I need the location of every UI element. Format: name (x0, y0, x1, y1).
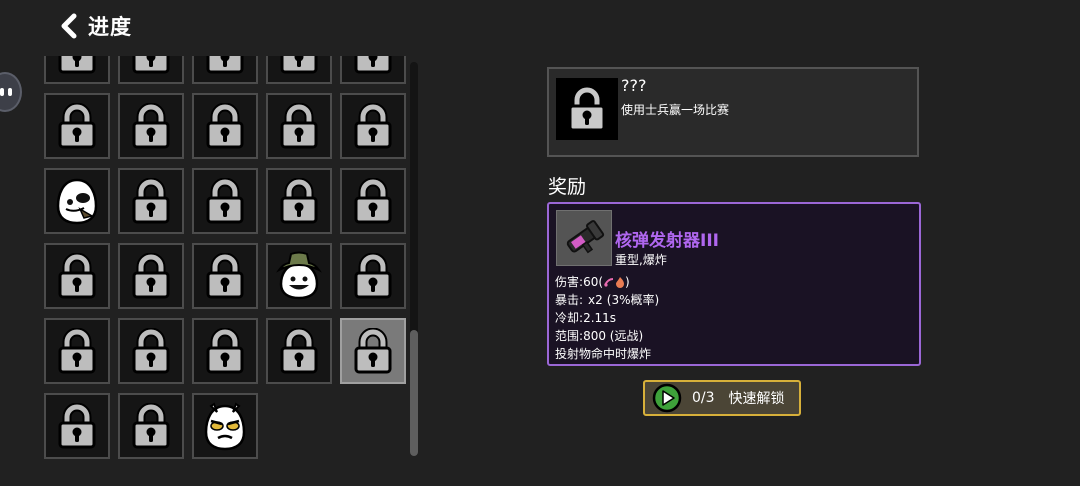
lock-icon (131, 178, 171, 224)
rocket-launcher-icon (556, 210, 612, 266)
stat-damage-value: 60( (583, 275, 604, 289)
header: 进度 (58, 10, 132, 42)
lock-icon (353, 103, 393, 149)
lock-icon (131, 253, 171, 299)
lock-icon (205, 328, 245, 374)
achievement-cell[interactable] (44, 93, 110, 159)
lock-icon (205, 56, 245, 74)
play-icon (652, 383, 682, 413)
lock-icon (205, 103, 245, 149)
achievement-cell[interactable] (266, 93, 332, 159)
lock-icon (131, 103, 171, 149)
ghost-mustache-icon (54, 176, 100, 226)
lock-icon (57, 253, 97, 299)
lock-icon (353, 253, 393, 299)
achievement-cell[interactable] (44, 393, 110, 459)
stat-crit-value: x2 (588, 293, 603, 307)
achievement-grid (44, 56, 416, 464)
stat-cooldown: 冷却:2.11s (555, 309, 659, 327)
scrollbar[interactable] (410, 62, 418, 456)
lock-icon (353, 178, 393, 224)
stat-crit-chance: (3%概率) (606, 293, 660, 307)
stat-damage-close: ) (625, 275, 630, 289)
stat-cooldown-value: 2.11s (583, 311, 617, 325)
achievement-cell[interactable] (192, 318, 258, 384)
fire-icon (616, 277, 625, 288)
unlock-count: 0/3 (692, 390, 715, 406)
lock-icon (131, 403, 171, 449)
achievement-cell[interactable] (266, 318, 332, 384)
stat-effect: 投射物命中时爆炸 (555, 345, 659, 363)
lock-icon (279, 178, 319, 224)
lock-icon (57, 56, 97, 74)
scrollbar-thumb[interactable] (410, 330, 418, 456)
back-arrow-icon[interactable] (58, 13, 80, 39)
achievement-cell[interactable] (192, 168, 258, 234)
chat-bubble-icon[interactable] (0, 72, 22, 112)
achievement-cell[interactable] (118, 243, 184, 309)
achievement-cell[interactable] (340, 318, 406, 384)
achievement-cell[interactable] (192, 56, 258, 84)
achievement-cell[interactable] (118, 93, 184, 159)
achievement-cell[interactable] (44, 318, 110, 384)
achievement-cell[interactable] (44, 243, 110, 309)
lock-icon (353, 328, 393, 374)
weapon-name: 核弹发射器III (615, 231, 719, 251)
achievement-cell[interactable] (340, 243, 406, 309)
reward-title: 奖励 (548, 176, 587, 198)
stat-cooldown-label: 冷却 (555, 311, 580, 325)
lock-icon (205, 253, 245, 299)
lock-icon (131, 56, 171, 74)
stat-damage-label: 伤害 (555, 275, 580, 289)
lock-icon (57, 328, 97, 374)
weapon-stats: 伤害:60() 暴击: x2 (3%概率) 冷却:2.11s 范围:800 (远战)… (555, 273, 659, 363)
achievement-cell[interactable] (266, 168, 332, 234)
lock-icon (205, 178, 245, 224)
achievement-cell[interactable] (192, 393, 258, 459)
achievement-cell[interactable] (118, 393, 184, 459)
achievement-description: 使用士兵赢一场比赛 (621, 103, 730, 117)
lock-icon (556, 78, 618, 140)
stat-damage: 伤害:60() (555, 273, 659, 291)
unlock-label: 快速解锁 (728, 391, 785, 407)
stat-range-value: 800 (远战) (583, 329, 644, 343)
ghost-angry-icon (202, 400, 248, 452)
ghost-hat-icon (275, 250, 323, 302)
achievement-cell[interactable] (266, 56, 332, 84)
achievement-cell[interactable] (340, 168, 406, 234)
achievement-cell[interactable] (118, 56, 184, 84)
achievement-cell[interactable] (192, 243, 258, 309)
weapon-type: 重型,爆炸 (615, 253, 667, 267)
lock-icon (279, 103, 319, 149)
stat-crit-label: 暴击: (555, 293, 584, 307)
page-title: 进度 (88, 15, 132, 39)
damage-scaling-icon (604, 278, 614, 287)
stat-effect-text: 投射物命中时爆炸 (555, 347, 652, 361)
quick-unlock-button[interactable]: 0/3 快速解锁 (643, 380, 801, 416)
achievement-name: ??? (621, 76, 647, 95)
lock-icon (131, 328, 171, 374)
achievement-detail: ??? 使用士兵赢一场比赛 (547, 67, 919, 157)
stat-range: 范围:800 (远战) (555, 327, 659, 345)
achievement-cell[interactable] (340, 93, 406, 159)
stat-crit: 暴击: x2 (3%概率) (555, 291, 659, 309)
achievement-cell[interactable] (340, 56, 406, 84)
lock-icon (57, 103, 97, 149)
lock-icon (279, 56, 319, 74)
stat-range-label: 范围 (555, 329, 580, 343)
lock-icon (353, 56, 393, 74)
achievement-cell[interactable] (44, 168, 110, 234)
achievement-cell[interactable] (118, 318, 184, 384)
lock-icon (57, 403, 97, 449)
reward-card: 核弹发射器III 重型,爆炸 伤害:60() 暴击: x2 (3%概率) 冷却:2.… (547, 202, 921, 366)
achievement-cell[interactable] (192, 93, 258, 159)
achievement-cell[interactable] (118, 168, 184, 234)
achievement-cell[interactable] (44, 56, 110, 84)
lock-icon (279, 328, 319, 374)
achievement-cell[interactable] (266, 243, 332, 309)
